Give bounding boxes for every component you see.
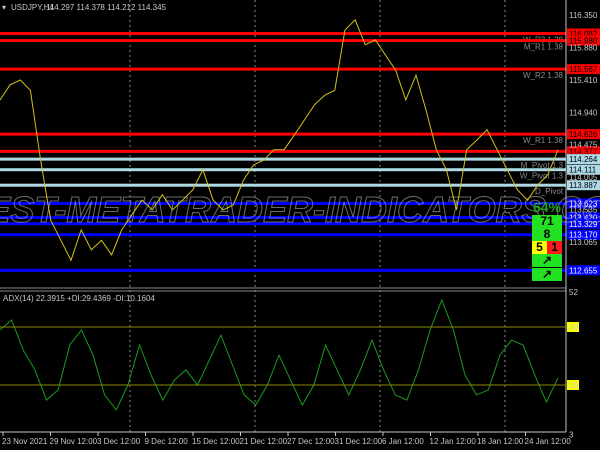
price-tick: 114.005 — [569, 173, 598, 182]
level-price-label: 114.264 — [569, 155, 598, 164]
level-price-label: 115.567 — [569, 65, 598, 74]
price-tick: 113.535 — [569, 206, 598, 215]
time-tick: 29 Nov 12:00 — [50, 437, 98, 446]
level-name: M_R1 1.38 — [524, 43, 564, 52]
price-tick: 116.350 — [569, 11, 598, 20]
adx-tick: 52 — [569, 288, 578, 297]
level-line — [0, 157, 566, 161]
time-tick: 24 Jan 12:00 — [525, 437, 572, 446]
time-tick: 18 Jan 12:00 — [477, 437, 524, 446]
arrow-up-icon-2: ↗ — [532, 268, 562, 281]
level-line — [0, 168, 566, 172]
price-tick: 113.065 — [569, 238, 598, 247]
pivot-levels: W_R3 1.38116.082M_R1 1.38115.980W_R2 1.3… — [0, 28, 600, 276]
price-axis[interactable]: 116.350 115.880 115.410 114.940 114.475 114.0… — [569, 11, 598, 247]
adx-axis: 5240203 — [0, 288, 579, 439]
level-line — [0, 183, 566, 187]
time-axis[interactable]: 23 Nov 2021 29 Nov 12:00 3 Dec 12:00 9 Dec … — [2, 432, 571, 446]
time-tick: 6 Jan 12:00 — [382, 437, 424, 446]
time-tick: 3 Dec 12:00 — [97, 437, 141, 446]
adx-tick: 40 — [569, 323, 578, 332]
level-line — [0, 268, 566, 272]
level-name: W_Pivot 1.3 — [520, 172, 564, 181]
level-name: W_R2 1.38 — [523, 71, 564, 80]
level-line — [0, 32, 566, 36]
time-tick: 12 Jan 12:00 — [430, 437, 477, 446]
time-tick: 27 Dec 12:00 — [287, 437, 335, 446]
adx-label: ADX(14) 22.3915 +DI:29.4369 -DI:10.1604 — [3, 294, 155, 303]
price-tick: 115.880 — [569, 43, 598, 52]
watermark: BEST-METATRADER-INDICATORS.COM — [0, 189, 600, 230]
level-line — [0, 233, 566, 237]
level-line — [0, 67, 566, 71]
level-price-label: 112.655 — [569, 266, 598, 275]
level-name: W_R1 1.38 — [523, 136, 564, 145]
level-line — [0, 39, 566, 43]
adx-tick: 20 — [569, 381, 578, 390]
time-tick: 21 Dec 12:00 — [240, 437, 288, 446]
price-tick: 115.410 — [569, 76, 598, 85]
time-tick: 23 Nov 2021 — [2, 437, 48, 446]
level-price-label: 114.626 — [569, 130, 598, 139]
price-tick: 114.475 — [569, 141, 598, 150]
symbol-menu-icon[interactable]: ▾ — [2, 3, 6, 12]
ohlc-values: 114.297 114.378 114.212 114.345 — [46, 3, 167, 12]
time-tick: 9 Dec 12:00 — [145, 437, 189, 446]
chart-canvas[interactable]: W_R3 1.38116.082M_R1 1.38115.980W_R2 1.3… — [0, 0, 600, 450]
arrow-up-icon: ↗ — [532, 254, 562, 267]
price-tick: 114.940 — [569, 108, 598, 117]
level-line — [0, 149, 566, 153]
time-tick: 31 Dec 12:00 — [335, 437, 383, 446]
time-tick: 15 Dec 12:00 — [192, 437, 240, 446]
adx-series — [0, 298, 559, 411]
strength-percent: 64% — [532, 199, 562, 215]
